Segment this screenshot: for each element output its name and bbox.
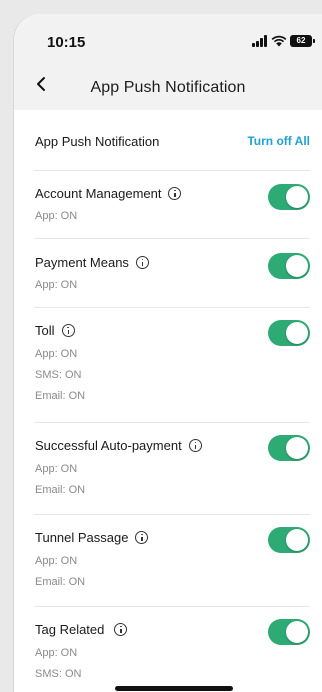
setting-title-text: Tag Related xyxy=(35,622,105,637)
info-icon[interactable] xyxy=(188,439,202,452)
setting-title: Successful Auto-payment xyxy=(35,438,202,453)
channel-status: App: ON xyxy=(35,348,78,360)
channel-status: App: ON xyxy=(35,555,78,567)
setting-title-text: Toll xyxy=(35,323,55,338)
home-indicator[interactable] xyxy=(115,686,233,691)
toggle-switch[interactable] xyxy=(268,619,310,645)
setting-title: Tag Related xyxy=(35,622,128,637)
toggle-knob xyxy=(286,621,308,643)
signal-icon xyxy=(252,35,267,47)
toggle-knob xyxy=(286,437,308,459)
setting-account-management: Account Management App: ON xyxy=(34,170,310,239)
toggle-switch[interactable] xyxy=(268,184,310,210)
toggle-knob xyxy=(286,186,308,208)
setting-tag-related: Tag Related App: ON SMS: ON xyxy=(34,607,310,692)
status-time: 10:15 xyxy=(47,34,86,51)
wifi-icon xyxy=(271,35,287,47)
channel-status: App: ON xyxy=(35,279,78,291)
setting-title: Payment Means xyxy=(35,255,149,270)
channel-status: App: ON xyxy=(35,647,78,659)
setting-payment-means: Payment Means App: ON xyxy=(34,239,310,308)
setting-successful-auto-payment: Successful Auto-payment App: ON Email: O… xyxy=(34,423,310,515)
setting-title-text: Tunnel Passage xyxy=(35,530,129,545)
toggle-switch[interactable] xyxy=(268,527,310,553)
channel-status: Email: ON xyxy=(35,576,86,588)
battery-icon: 62 xyxy=(290,35,315,47)
setting-title-text: Account Management xyxy=(35,186,162,201)
nav-bar: App Push Notification xyxy=(14,64,322,110)
channel-status: Email: ON xyxy=(35,484,86,496)
master-label: App Push Notification xyxy=(35,134,160,149)
setting-tunnel-passage: Tunnel Passage App: ON Email: ON xyxy=(34,515,310,607)
toggle-knob xyxy=(286,529,308,551)
channel-status: Email: ON xyxy=(35,390,86,402)
setting-title: Account Management xyxy=(35,186,182,201)
info-icon[interactable] xyxy=(114,623,128,636)
toggle-switch[interactable] xyxy=(268,435,310,461)
setting-title-text: Successful Auto-payment xyxy=(35,438,182,453)
toggle-switch[interactable] xyxy=(268,253,310,279)
channel-status: App: ON xyxy=(35,210,78,222)
page-title: App Push Notification xyxy=(90,79,246,96)
toggle-knob xyxy=(286,255,308,277)
channel-status: App: ON xyxy=(35,463,78,475)
master-row: App Push Notification Turn off All xyxy=(34,110,310,171)
setting-title-text: Payment Means xyxy=(35,255,129,270)
setting-title: Toll xyxy=(35,323,75,338)
status-icons: 62 xyxy=(252,33,316,49)
turn-off-all-button[interactable]: Turn off All xyxy=(247,134,310,148)
phone-screen: 10:15 62 App Push Notification App Push … xyxy=(14,14,322,692)
info-icon[interactable] xyxy=(61,324,75,337)
info-icon[interactable] xyxy=(135,531,149,544)
setting-toll: Toll App: ON SMS: ON Email: ON xyxy=(34,308,310,423)
info-icon[interactable] xyxy=(168,187,182,200)
channel-status: SMS: ON xyxy=(35,369,82,381)
channel-status: SMS: ON xyxy=(35,668,82,680)
toggle-switch[interactable] xyxy=(268,320,310,346)
setting-title: Tunnel Passage xyxy=(35,530,149,545)
info-icon[interactable] xyxy=(135,256,149,269)
toggle-knob xyxy=(286,322,308,344)
